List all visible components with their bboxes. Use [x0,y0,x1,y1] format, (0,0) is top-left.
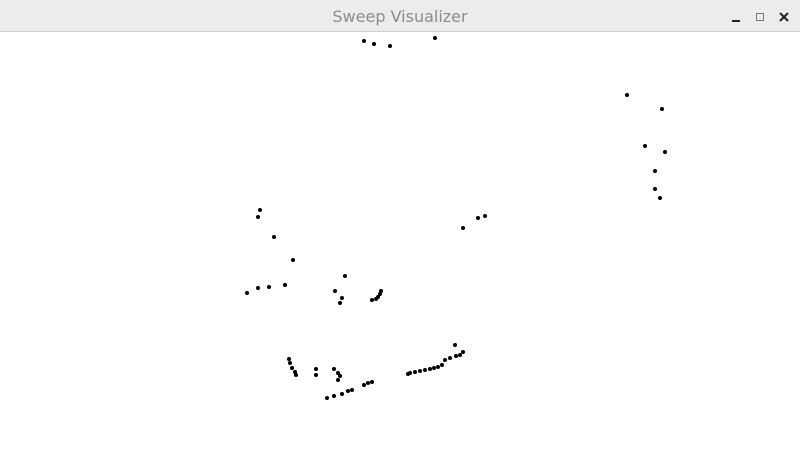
sweep-point [388,44,392,48]
sweep-point [483,214,487,218]
sweep-point [436,365,440,369]
sweep-point [333,289,337,293]
sweep-point [267,285,271,289]
sweep-point [461,350,465,354]
maximize-button[interactable] [750,6,770,28]
sweep-point [366,381,370,385]
sweep-point [653,169,657,173]
sweep-point [443,358,447,362]
sweep-point [290,366,294,370]
sweep-point [461,226,465,230]
sweep-point [370,298,374,302]
sweep-point [314,367,318,371]
sweep-point [362,383,366,387]
sweep-point [338,374,342,378]
sweep-point [350,388,354,392]
sweep-point [343,274,347,278]
sweep-point [643,144,647,148]
sweep-point [448,356,452,360]
sweep-point [314,373,318,377]
sweep-point [245,291,249,295]
sweep-point [413,370,417,374]
sweep-point [283,283,287,287]
sweep-point [406,372,410,376]
window-controls [726,6,794,28]
sweep-point [338,301,342,305]
sweep-point [332,367,336,371]
sweep-point [476,216,480,220]
sweep-point [258,208,262,212]
sweep-point [653,187,657,191]
sweep-point [433,36,437,40]
sweep-point [340,392,344,396]
sweep-canvas[interactable] [0,28,800,450]
title-bar[interactable]: Sweep Visualizer [0,0,800,32]
sweep-point [440,363,444,367]
sweep-point [340,296,344,300]
sweep-point [428,367,432,371]
sweep-point [660,107,664,111]
sweep-point [372,42,376,46]
minimize-button[interactable] [726,6,746,28]
sweep-point [453,343,457,347]
sweep-point [432,366,436,370]
sweep-points-plot [245,28,667,400]
sweep-point [272,235,276,239]
sweep-point [332,394,336,398]
sweep-point [458,353,462,357]
window-title: Sweep Visualizer [332,7,468,26]
sweep-point [658,196,662,200]
app-window: Sweep Visualizer [0,0,800,450]
sweep-point [625,93,629,97]
sweep-point [336,378,340,382]
sweep-point [256,215,260,219]
sweep-point [294,373,298,377]
sweep-point [418,369,422,373]
sweep-point [256,286,260,290]
sweep-point [374,297,378,301]
maximize-icon [756,13,764,21]
close-button[interactable] [774,6,794,28]
sweep-point [454,354,458,358]
minimize-icon [732,20,740,22]
close-icon [779,12,789,22]
sweep-point [291,258,295,262]
sweep-point [325,396,329,400]
sweep-point [423,368,427,372]
sweep-point [346,389,350,393]
sweep-point [370,380,374,384]
sweep-point [362,39,366,43]
sweep-point [287,357,291,361]
sweep-point [663,150,667,154]
sweep-point [288,361,292,365]
